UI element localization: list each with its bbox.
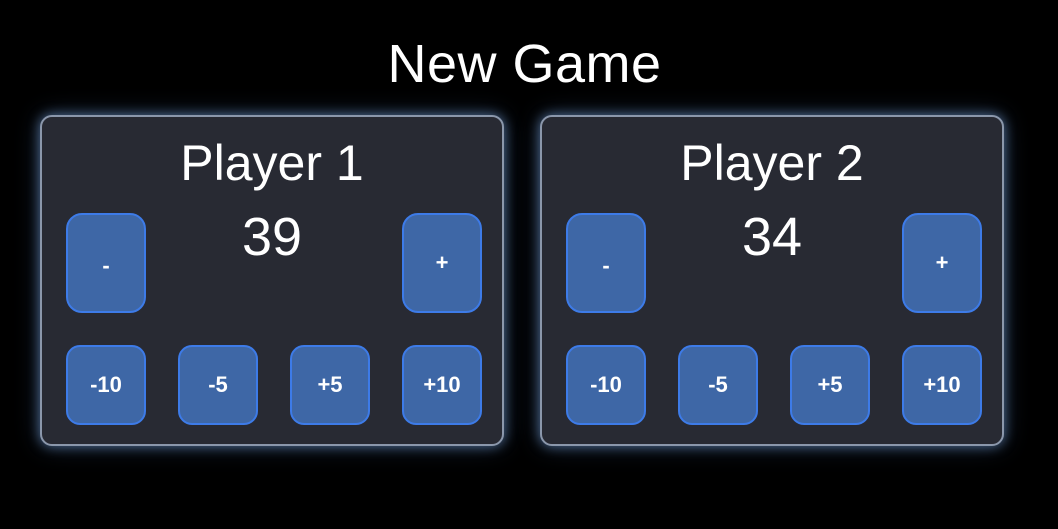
player-2-increment-button[interactable]: + [902, 213, 982, 313]
player-2-name: Player 2 [680, 135, 864, 191]
player-2-plus-5-button[interactable]: +5 [790, 345, 870, 425]
new-game-button[interactable]: New Game [0, 32, 1049, 96]
player-1-name: Player 1 [180, 135, 364, 191]
player-2-panel: Player 2 34 - + -10 -5 +5 +10 [540, 115, 1004, 446]
player-2-decrement-button[interactable]: - [566, 213, 646, 313]
player-2-minus-10-button[interactable]: -10 [566, 345, 646, 425]
player-1-plus-10-button[interactable]: +10 [402, 345, 482, 425]
player-2-minus-5-button[interactable]: -5 [678, 345, 758, 425]
player-1-plus-5-button[interactable]: +5 [290, 345, 370, 425]
player-1-decrement-button[interactable]: - [66, 213, 146, 313]
player-1-panel: Player 1 39 - + -10 -5 +5 +10 [40, 115, 504, 446]
player-1-increment-button[interactable]: + [402, 213, 482, 313]
player-2-plus-10-button[interactable]: +10 [902, 345, 982, 425]
player-1-minus-10-button[interactable]: -10 [66, 345, 146, 425]
player-1-minus-5-button[interactable]: -5 [178, 345, 258, 425]
